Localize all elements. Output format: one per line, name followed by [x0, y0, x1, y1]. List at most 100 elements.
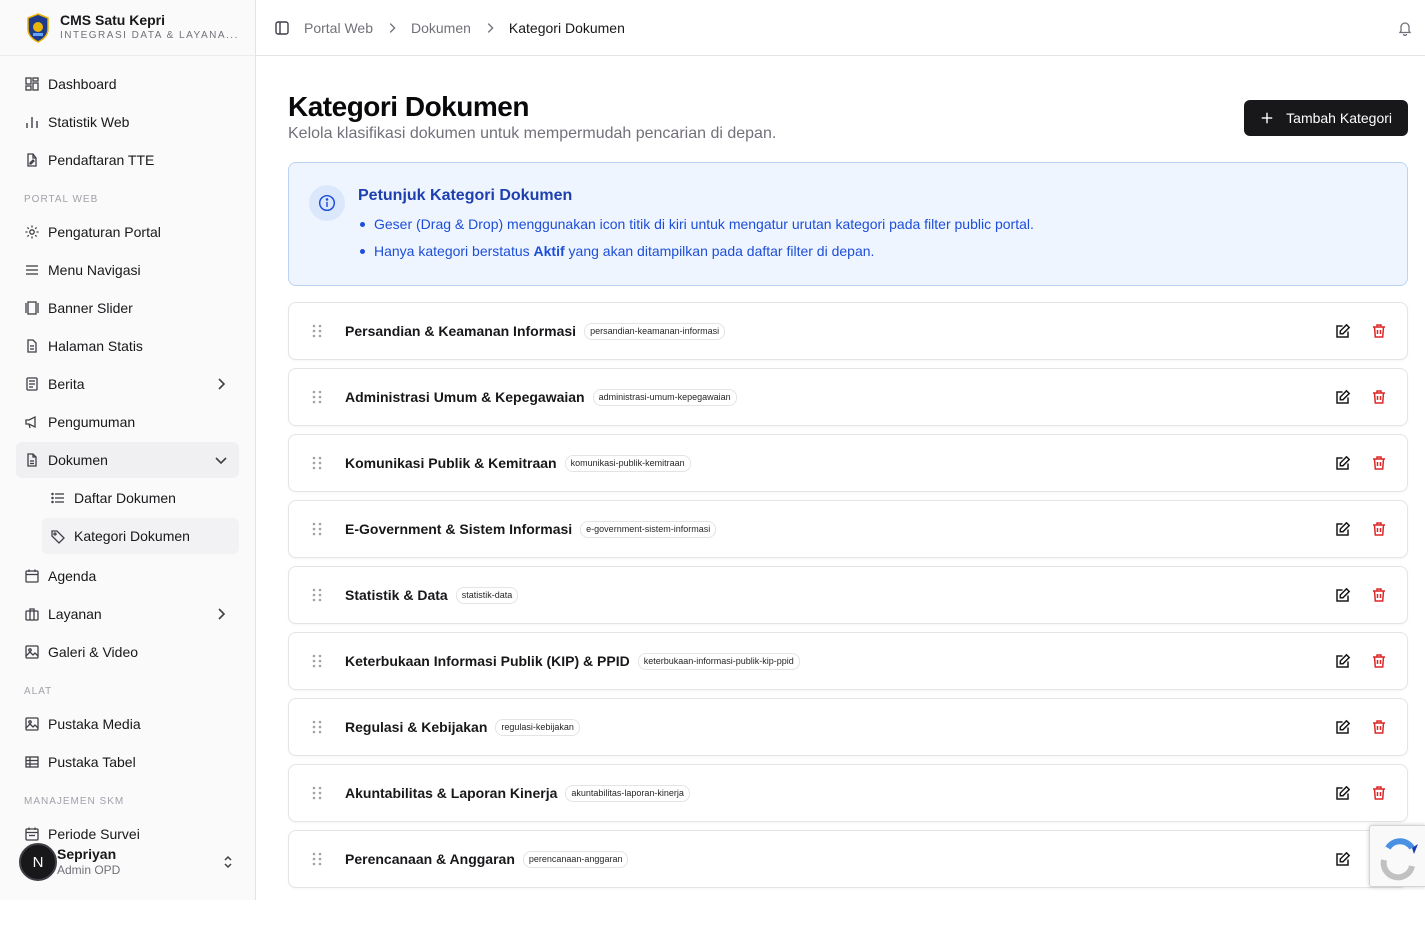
drag-handle-icon[interactable] — [311, 719, 323, 735]
user-menu[interactable]: N Sepriyan Admin OPD — [16, 838, 240, 886]
category-row[interactable]: Statistik & Data statistik-data — [288, 566, 1408, 624]
drag-handle-icon[interactable] — [311, 323, 323, 339]
drag-handle-icon[interactable] — [311, 587, 323, 603]
edit-icon[interactable] — [1335, 653, 1351, 669]
sidebar-item-pendaftaran-tte[interactable]: Pendaftaran TTE — [16, 142, 239, 178]
sidebar-item-layanan[interactable]: Layanan — [16, 596, 239, 632]
list-icon — [50, 490, 66, 506]
edit-icon[interactable] — [1335, 719, 1351, 735]
sidebar-item-banner-slider[interactable]: Banner Slider — [16, 290, 239, 326]
drag-handle-icon[interactable] — [311, 455, 323, 471]
sidebar-item-galeri-video[interactable]: Galeri & Video — [16, 634, 239, 670]
chevron-right-icon — [213, 376, 229, 392]
sidebar-item-pustaka-tabel[interactable]: Pustaka Tabel — [16, 744, 239, 780]
newspaper-icon — [24, 376, 40, 392]
edit-icon[interactable] — [1335, 587, 1351, 603]
sidebar-item-label: Dokumen — [48, 452, 108, 468]
category-name: E-Government & Sistem Informasi — [345, 521, 573, 537]
category-slug-badge: regulasi-kebijakan — [495, 718, 580, 736]
add-category-button[interactable]: Tambah Kategori — [1244, 100, 1408, 136]
edit-icon[interactable] — [1335, 785, 1351, 801]
bell-icon[interactable] — [1397, 20, 1413, 37]
sidebar-item-dokumen[interactable]: Dokumen — [16, 442, 239, 478]
sidebar-item-label: Halaman Statis — [48, 338, 143, 354]
breadcrumb-current: Kategori Dokumen — [508, 19, 625, 36]
drag-handle-icon[interactable] — [311, 851, 323, 867]
edit-icon[interactable] — [1335, 323, 1351, 339]
sidebar-item-menu-navigasi[interactable]: Menu Navigasi — [16, 252, 239, 288]
edit-icon[interactable] — [1335, 455, 1351, 471]
category-name: Komunikasi Publik & Kemitraan — [345, 455, 557, 471]
category-row[interactable]: Administrasi Umum & Kepegawaian administr… — [288, 368, 1408, 426]
sidebar-item-halaman-statis[interactable]: Halaman Statis — [16, 328, 239, 364]
category-row[interactable]: Perencanaan & Anggaran perencanaan-anggar… — [288, 830, 1408, 888]
category-slug-badge: komunikasi-publik-kemitraan — [564, 454, 691, 472]
category-row[interactable]: Persandian & Keamanan Informasi persandia… — [288, 302, 1408, 360]
brand[interactable]: CMS Satu Kepri INTEGRASI DATA & LAYANA..… — [0, 0, 255, 56]
category-row[interactable]: Komunikasi Publik & Kemitraan komunikasi-… — [288, 434, 1408, 492]
add-category-label: Tambah Kategori — [1286, 110, 1392, 126]
trash-icon[interactable] — [1371, 719, 1387, 735]
sidebar-item-pengaturan-portal[interactable]: Pengaturan Portal — [16, 214, 239, 250]
category-row[interactable]: E-Government & Sistem Informasi e-governm… — [288, 500, 1408, 558]
trash-icon[interactable] — [1371, 323, 1387, 339]
avatar: N — [19, 843, 57, 881]
breadcrumb-link-dokumen[interactable]: Dokumen — [411, 20, 471, 36]
edit-icon[interactable] — [1335, 389, 1351, 405]
file-signature-icon — [24, 152, 40, 168]
sidebar-item-label: Pendaftaran TTE — [48, 152, 155, 168]
trash-icon[interactable] — [1371, 653, 1387, 669]
chevrons-up-down-icon[interactable] — [220, 854, 236, 870]
slider-icon — [24, 300, 40, 316]
category-name: Administrasi Umum & Kepegawaian — [345, 389, 585, 405]
sidebar-toggle-icon[interactable] — [274, 20, 290, 36]
category-slug-badge: statistik-data — [455, 586, 519, 604]
sidebar-item-daftar-dokumen[interactable]: Daftar Dokumen — [42, 480, 239, 516]
trash-icon[interactable] — [1371, 455, 1387, 471]
recaptcha-badge[interactable] — [1369, 825, 1425, 887]
edit-icon[interactable] — [1335, 851, 1351, 867]
sidebar-item-label: Agenda — [48, 568, 97, 584]
category-name: Keterbukaan Informasi Publik (KIP) & PPI… — [345, 653, 630, 669]
sidebar-item-statistik-web[interactable]: Statistik Web — [16, 104, 239, 140]
trash-icon[interactable] — [1371, 587, 1387, 603]
drag-handle-icon[interactable] — [311, 521, 323, 537]
sidebar-item-pustaka-media[interactable]: Pustaka Media — [16, 706, 239, 742]
sidebar-item-agenda[interactable]: Agenda — [16, 558, 239, 594]
sidebar-item-label: Berita — [48, 376, 85, 392]
sidebar-item-label: Menu Navigasi — [48, 262, 141, 278]
sidebar-item-label: Layanan — [48, 606, 102, 622]
sidebar-item-pengumuman[interactable]: Pengumuman — [16, 404, 239, 440]
page-content: Kategori Dokumen Kelola klasifikasi doku… — [256, 56, 1425, 888]
chevron-down-icon — [213, 452, 229, 468]
category-row[interactable]: Keterbukaan Informasi Publik (KIP) & PPI… — [288, 632, 1408, 690]
plus-icon — [1260, 111, 1274, 125]
category-name: Perencanaan & Anggaran — [345, 851, 515, 867]
sidebar-item-label: Galeri & Video — [48, 644, 139, 660]
sidebar-item-kategori-dokumen[interactable]: Kategori Dokumen — [42, 518, 239, 554]
sidebar-item-label: Kategori Dokumen — [74, 528, 190, 544]
category-name: Akuntabilitas & Laporan Kinerja — [345, 785, 558, 801]
edit-icon[interactable] — [1335, 521, 1351, 537]
trash-icon[interactable] — [1371, 785, 1387, 801]
breadcrumb-link-portal-web[interactable]: Portal Web — [304, 20, 373, 36]
breadcrumb: Portal Web Dokumen Kategori Dokumen — [304, 20, 625, 36]
category-row[interactable]: Akuntabilitas & Laporan Kinerja akuntabil… — [288, 764, 1408, 822]
trash-icon[interactable] — [1371, 389, 1387, 405]
sidebar-item-berita[interactable]: Berita — [16, 366, 239, 402]
category-row[interactable]: Regulasi & Kebijakan regulasi-kebijakan — [288, 698, 1408, 756]
user-role: Admin OPD — [57, 863, 121, 877]
drag-handle-icon[interactable] — [311, 389, 323, 405]
drag-handle-icon[interactable] — [311, 785, 323, 801]
category-slug-badge: perencanaan-anggaran — [522, 850, 629, 868]
category-slug-badge: akuntabilitas-laporan-kinerja — [565, 784, 690, 802]
chevron-right-icon — [483, 21, 497, 35]
drag-handle-icon[interactable] — [311, 653, 323, 669]
trash-icon[interactable] — [1371, 521, 1387, 537]
bar-chart-icon — [24, 114, 40, 130]
image-icon — [24, 644, 40, 660]
section-label-portal-web: PORTAL WEB — [24, 194, 99, 205]
info-text: yang akan ditampilkan pada daftar filter… — [564, 243, 875, 259]
category-slug-badge: persandian-keamanan-informasi — [584, 322, 726, 340]
sidebar-item-dashboard[interactable]: Dashboard — [16, 66, 239, 102]
